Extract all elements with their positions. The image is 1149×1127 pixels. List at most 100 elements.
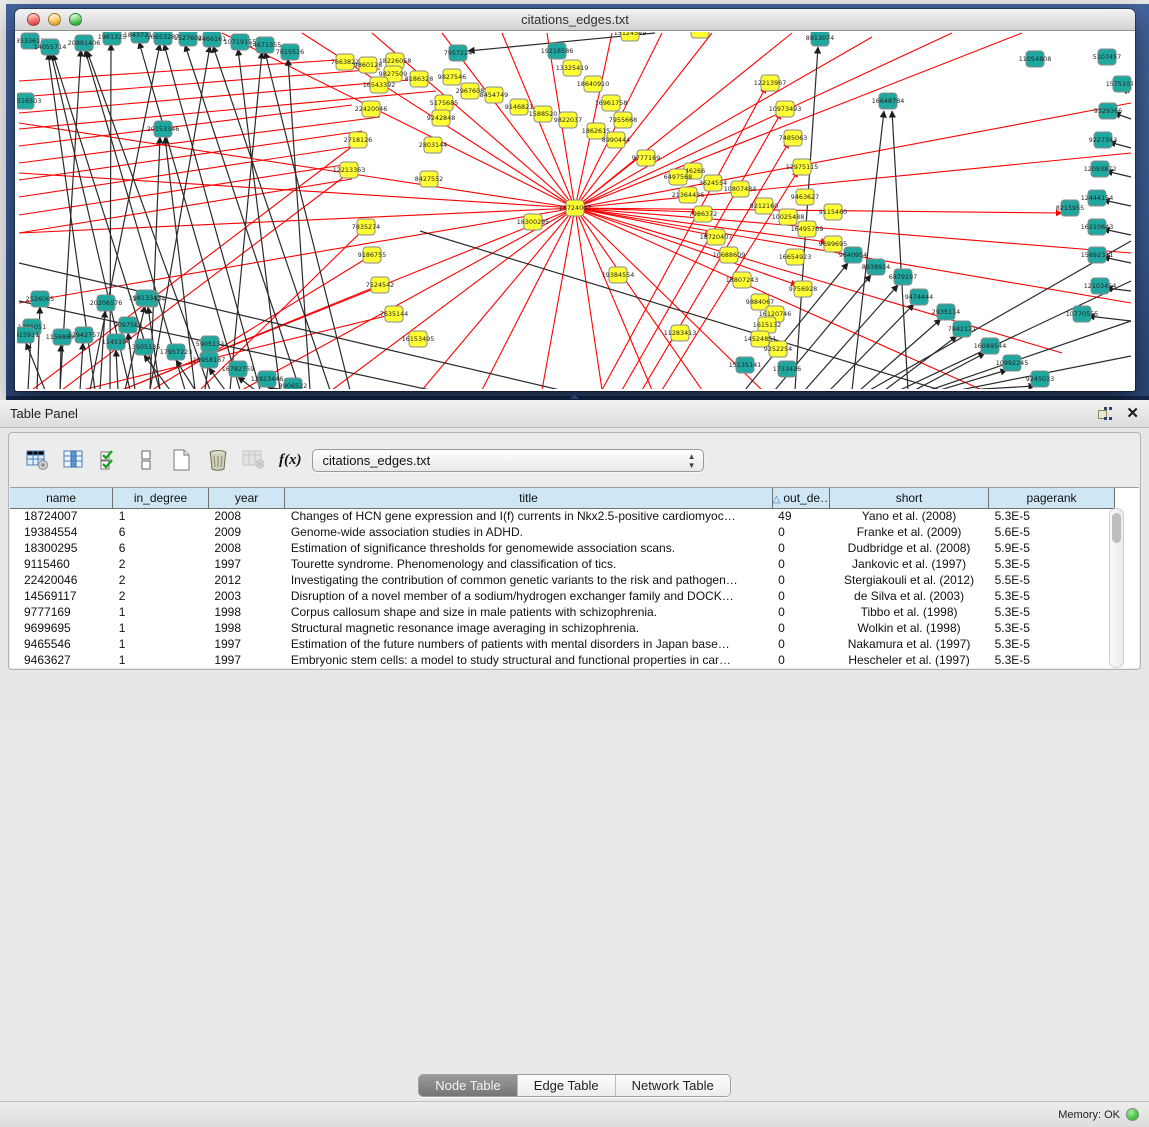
graph-node[interactable]: 1145194: [102, 334, 130, 350]
tab-edge-table[interactable]: Edge Table: [518, 1075, 616, 1096]
graph-node[interactable]: 2935114: [932, 304, 960, 320]
table-row[interactable]: 1938455462009Genome-wide association stu…: [10, 524, 1115, 540]
table-selector-dropdown[interactable]: citations_edges.txt ▲▼: [312, 449, 704, 472]
graph-edge[interactable]: [885, 336, 957, 389]
graph-edge[interactable]: [19, 69, 380, 97]
table-row[interactable]: 977716911998Corpus callosum shape and si…: [10, 604, 1115, 620]
graph-node[interactable]: 16961758: [595, 95, 628, 111]
graph-node[interactable]: 9245033: [1026, 371, 1054, 387]
graph-node[interactable]: 7635144: [380, 306, 408, 322]
graph-node[interactable]: 1961325: [98, 32, 126, 45]
graph-node[interactable]: 11283413: [664, 325, 697, 341]
graph-edge[interactable]: [830, 304, 914, 389]
data-table[interactable]: namein_degreeyeartitle△out_de…shortpager…: [10, 488, 1115, 668]
graph-node[interactable]: 11054808: [1019, 51, 1052, 67]
graph-edge[interactable]: [575, 208, 602, 389]
graph-node[interactable]: 10688609: [713, 247, 746, 263]
graph-node[interactable]: 8186328: [405, 71, 433, 87]
column-header-name[interactable]: name: [10, 488, 113, 508]
table-settings-icon[interactable]: [23, 447, 53, 473]
graph-node[interactable]: 9474444: [905, 289, 933, 305]
graph-node[interactable]: 20891406: [68, 35, 101, 51]
graph-node[interactable]: 20206576: [90, 295, 123, 311]
graph-node[interactable]: 10807484: [724, 181, 757, 197]
graph-node[interactable]: 18640910: [577, 76, 610, 92]
graph-node[interactable]: 8813074: [806, 32, 834, 46]
graph-node[interactable]: 5107457: [1093, 49, 1121, 65]
graph-node[interactable]: 18300295: [517, 214, 550, 230]
graph-edge[interactable]: [900, 281, 1131, 389]
function-builder-icon[interactable]: f(x): [279, 452, 302, 469]
graph-edge[interactable]: [575, 33, 1022, 208]
graph-node[interactable]: 9777169: [632, 150, 660, 166]
graph-node[interactable]: 9699695: [819, 236, 847, 252]
graph-edge[interactable]: [116, 350, 118, 389]
table-row[interactable]: 1456911722003Disruption of a novel membe…: [10, 588, 1115, 604]
graph-node[interactable]: 16648784: [872, 93, 905, 109]
graph-node[interactable]: 7842121: [948, 321, 976, 337]
trash-icon[interactable]: [203, 447, 233, 473]
graph-edge[interactable]: [482, 208, 575, 389]
table-row[interactable]: 1872400712008Changes of HCN gene express…: [10, 508, 1115, 524]
graph-node[interactable]: 15751074: [1106, 76, 1133, 92]
table-row[interactable]: 946362711997Embryonic stem cells: a mode…: [10, 652, 1115, 668]
graph-edge[interactable]: [242, 208, 575, 389]
graph-node[interactable]: 19218586: [541, 43, 574, 59]
table-scrollbar-thumb[interactable]: [1112, 513, 1121, 543]
graph-node[interactable]: 22420046: [355, 101, 388, 117]
table-row[interactable]: 2242004622012Investigating the contribut…: [10, 572, 1115, 588]
table-row[interactable]: 969969511998Structural magnetic resonanc…: [10, 620, 1115, 636]
graph-edge[interactable]: [100, 311, 105, 389]
table-scrollbar[interactable]: [1109, 508, 1124, 668]
graph-edge[interactable]: [19, 208, 575, 303]
table-row[interactable]: 946554611997Estimation of the future num…: [10, 636, 1115, 652]
column-header-title[interactable]: title: [285, 488, 772, 508]
graph-node[interactable]: 9115460: [819, 204, 847, 220]
column-header-pagerank[interactable]: pagerank: [989, 488, 1115, 508]
graph-node[interactable]: 12103454: [1084, 278, 1117, 294]
graph-node[interactable]: 2526065: [26, 291, 54, 307]
close-light-icon[interactable]: [27, 13, 40, 26]
panel-splitter-handle[interactable]: [570, 394, 579, 399]
table-row[interactable]: 911546021997Tourette syndrome. Phenomeno…: [10, 556, 1115, 572]
graph-node[interactable]: 8466161: [198, 32, 226, 47]
graph-node[interactable]: 10973493: [769, 101, 802, 117]
tab-node-table[interactable]: Node Table: [419, 1075, 518, 1096]
graph-node[interactable]: 13325419: [556, 60, 589, 76]
graph-node[interactable]: 12093872: [1084, 161, 1117, 177]
graph-node[interactable]: 16210643: [1081, 219, 1114, 235]
graph-edge[interactable]: [80, 343, 83, 389]
graph-node[interactable]: 9463627: [791, 189, 819, 205]
graph-node[interactable]: 10770555: [1066, 306, 1099, 322]
graph-node[interactable]: 5175685: [430, 95, 458, 111]
close-panel-icon[interactable]: ✕: [1126, 406, 1139, 421]
graph-node[interactable]: 13505135: [128, 339, 161, 355]
graph-node[interactable]: 9242848: [427, 110, 455, 126]
graph-node[interactable]: 8215955: [1056, 200, 1084, 216]
column-header-year[interactable]: year: [208, 488, 285, 508]
graph-node[interactable]: 7835274: [352, 219, 380, 235]
unselect-all-icon[interactable]: [131, 447, 161, 473]
table-row[interactable]: 1830029562008Estimation of significance …: [10, 540, 1115, 556]
graph-edge[interactable]: [575, 208, 1131, 253]
new-document-icon[interactable]: [167, 447, 197, 473]
graph-node[interactable]: 18720407: [700, 229, 733, 245]
select-all-icon[interactable]: [95, 447, 125, 473]
graph-node[interactable]: 16153495: [402, 331, 435, 347]
graph-node[interactable]: 16049544: [974, 338, 1007, 354]
graph-edge[interactable]: [892, 111, 908, 389]
graph-node[interactable]: 9827546: [438, 69, 466, 85]
graph-node[interactable]: 12975115: [786, 159, 819, 175]
graph-edge[interactable]: [238, 49, 280, 389]
zoom-light-icon[interactable]: [69, 13, 82, 26]
graph-node[interactable]: 19384554: [602, 267, 635, 283]
graph-edge[interactable]: [19, 59, 352, 81]
column-header-out_degree[interactable]: △out_de…: [772, 488, 829, 508]
graph-edge[interactable]: [213, 46, 330, 389]
float-panel-icon[interactable]: [1098, 407, 1112, 420]
minimize-light-icon[interactable]: [48, 13, 61, 26]
graph-node[interactable]: 12215977: [684, 32, 717, 38]
graph-node[interactable]: 7485063: [779, 130, 807, 146]
graph-node[interactable]: 17957223: [160, 344, 193, 360]
graph-node[interactable]: 21364436: [672, 187, 705, 203]
